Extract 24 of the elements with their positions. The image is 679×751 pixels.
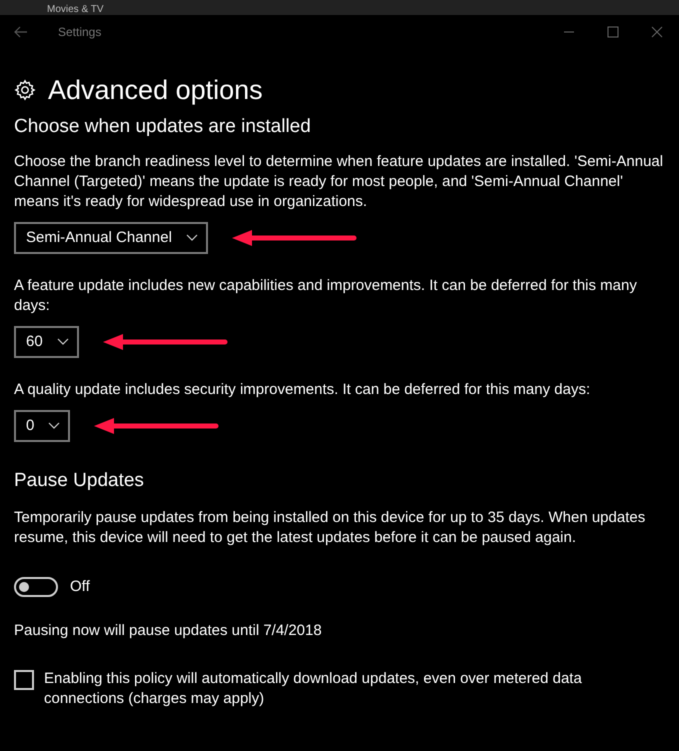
checkbox[interactable] — [14, 670, 34, 690]
setting-description: A feature update includes new capabilities and improvements. It can be deferred for this many days: — [14, 276, 638, 316]
dropdown[interactable]: 60 — [14, 326, 79, 358]
setting-description: Pausing now will pause updates until 7/4/2018 — [14, 620, 323, 640]
gear-icon — [14, 79, 36, 101]
maximize-icon[interactable] — [607, 26, 619, 38]
section-heading: Choose when updates are installed — [14, 115, 312, 139]
toggle-label: Off — [70, 577, 90, 597]
page-title: Advanced options — [48, 74, 263, 107]
chevron-down-icon — [186, 234, 198, 242]
setting-description: Temporarily pause updates from being installed on this device for up to 35 days. When updates resume, this device will need to get the latest updates before it can be paused again. — [14, 508, 646, 548]
dropdown[interactable]: Semi-Annual Channel — [14, 222, 208, 254]
toggle-switch[interactable] — [14, 577, 58, 598]
back-arrow-icon[interactable] — [14, 26, 28, 38]
setting-description: A quality update includes security improvements. It can be deferred for this many days: — [14, 380, 592, 400]
section-heading: Pause Updates — [14, 469, 145, 493]
close-icon[interactable] — [651, 26, 663, 38]
window-title: Settings — [58, 24, 102, 40]
chevron-down-icon — [56, 338, 69, 346]
dropdown[interactable]: 0 — [14, 410, 70, 442]
chevron-down-icon — [48, 422, 60, 430]
setting-description: Choose the branch readiness level to determine when feature updates are installed. 'Semi-Annual Channel (Targeted)' means the update is ready for most people, and 'Semi-Annual Channel' means it's ready for widespread use in organizations. — [14, 152, 664, 212]
background-window-title: Movies & TV — [47, 4, 104, 15]
checkbox-label: Enabling this policy will automatically download updates, even over metered data connections (charges may apply) — [44, 668, 583, 708]
